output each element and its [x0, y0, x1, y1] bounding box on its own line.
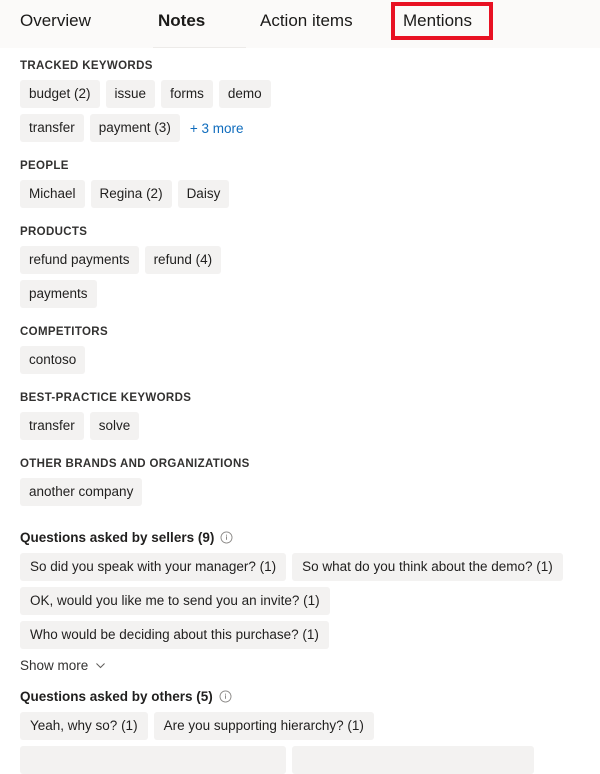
- chip-row: transfer payment (3) + 3 more: [20, 114, 580, 142]
- chip-row: So did you speak with your manager? (1) …: [20, 553, 580, 581]
- chip-row: Yeah, why so? (1) Are you supporting hie…: [20, 712, 580, 740]
- keyword-chip[interactable]: transfer: [20, 114, 84, 142]
- person-chip[interactable]: Regina (2): [90, 180, 172, 208]
- section-competitors: COMPETITORS contoso: [0, 326, 600, 374]
- section-label: COMPETITORS: [20, 326, 108, 338]
- question-chip[interactable]: So what do you think about the demo? (1): [292, 553, 563, 581]
- tab-overview[interactable]: Overview: [20, 9, 91, 33]
- best-practice-chip[interactable]: transfer: [20, 412, 84, 440]
- product-chip[interactable]: payments: [20, 280, 97, 308]
- question-chip[interactable]: Are you supporting hierarchy? (1): [153, 712, 374, 740]
- keyword-chip[interactable]: payment (3): [89, 114, 180, 142]
- best-practice-chip[interactable]: solve: [89, 412, 140, 440]
- section-other-brands: OTHER BRANDS AND ORGANIZATIONS another c…: [0, 458, 600, 506]
- keyword-chip[interactable]: forms: [161, 80, 213, 108]
- section-products: PRODUCTS refund payments refund (4) paym…: [0, 226, 600, 308]
- question-chip[interactable]: Yeah, why so? (1): [20, 712, 148, 740]
- section-best-practice-keywords: BEST-PRACTICE KEYWORDS transfer solve: [0, 392, 600, 440]
- question-chip[interactable]: [20, 746, 286, 774]
- section-questions-others: Questions asked by others (5) Yeah, why …: [0, 689, 600, 774]
- chip-row: contoso: [20, 346, 580, 374]
- keyword-chip[interactable]: demo: [218, 80, 271, 108]
- brand-chip[interactable]: another company: [20, 478, 143, 506]
- questions-others-title: Questions asked by others (5): [20, 689, 213, 704]
- tab-notes[interactable]: Notes: [158, 9, 205, 33]
- product-chip[interactable]: refund (4): [144, 246, 222, 274]
- chip-row: Michael Regina (2) Daisy: [20, 180, 580, 208]
- mentions-panel: TRACKED KEYWORDS budget (2) issue forms …: [0, 60, 600, 774]
- chip-row: OK, would you like me to send you an inv…: [20, 587, 580, 649]
- questions-others-header: Questions asked by others (5): [20, 689, 580, 704]
- tab-selected-underline: [153, 47, 246, 48]
- section-people: PEOPLE Michael Regina (2) Daisy: [0, 160, 600, 208]
- section-label: TRACKED KEYWORDS: [20, 60, 153, 72]
- person-chip[interactable]: Daisy: [177, 180, 230, 208]
- keyword-chip[interactable]: issue: [105, 80, 156, 108]
- section-label: BEST-PRACTICE KEYWORDS: [20, 392, 192, 404]
- section-label: OTHER BRANDS AND ORGANIZATIONS: [20, 458, 250, 470]
- product-chip[interactable]: refund payments: [20, 246, 139, 274]
- question-chip[interactable]: OK, would you like me to send you an inv…: [20, 587, 330, 615]
- competitor-chip[interactable]: contoso: [20, 346, 86, 374]
- chip-row: payments: [20, 280, 580, 308]
- section-label: PEOPLE: [20, 160, 69, 172]
- person-chip[interactable]: Michael: [20, 180, 85, 208]
- section-questions-sellers: Questions asked by sellers (9) So did yo…: [0, 530, 600, 673]
- tab-mentions[interactable]: Mentions: [403, 9, 472, 33]
- info-circle-icon[interactable]: [220, 531, 233, 544]
- tab-strip: Overview Notes Action items Mentions: [0, 0, 600, 48]
- show-more-button[interactable]: Show more: [20, 658, 106, 673]
- chip-row: transfer solve: [20, 412, 580, 440]
- info-circle-icon[interactable]: [219, 690, 232, 703]
- section-tracked-keywords: TRACKED KEYWORDS budget (2) issue forms …: [0, 60, 600, 142]
- show-more-label: Show more: [20, 658, 89, 673]
- question-chip[interactable]: [292, 746, 534, 774]
- section-label: PRODUCTS: [20, 226, 88, 238]
- question-chip[interactable]: Who would be deciding about this purchas…: [20, 621, 329, 649]
- questions-sellers-header: Questions asked by sellers (9): [20, 530, 580, 545]
- chip-row: refund payments refund (4): [20, 246, 580, 274]
- tab-action-items[interactable]: Action items: [260, 9, 353, 33]
- question-chip[interactable]: So did you speak with your manager? (1): [20, 553, 287, 581]
- keyword-chip[interactable]: budget (2): [20, 80, 100, 108]
- show-more-keywords-link[interactable]: + 3 more: [186, 121, 244, 136]
- chip-row: another company: [20, 478, 580, 506]
- chip-row: budget (2) issue forms demo: [20, 80, 580, 108]
- chip-row-clipped: [20, 746, 580, 774]
- questions-sellers-title: Questions asked by sellers (9): [20, 530, 215, 545]
- chevron-down-icon: [95, 660, 106, 671]
